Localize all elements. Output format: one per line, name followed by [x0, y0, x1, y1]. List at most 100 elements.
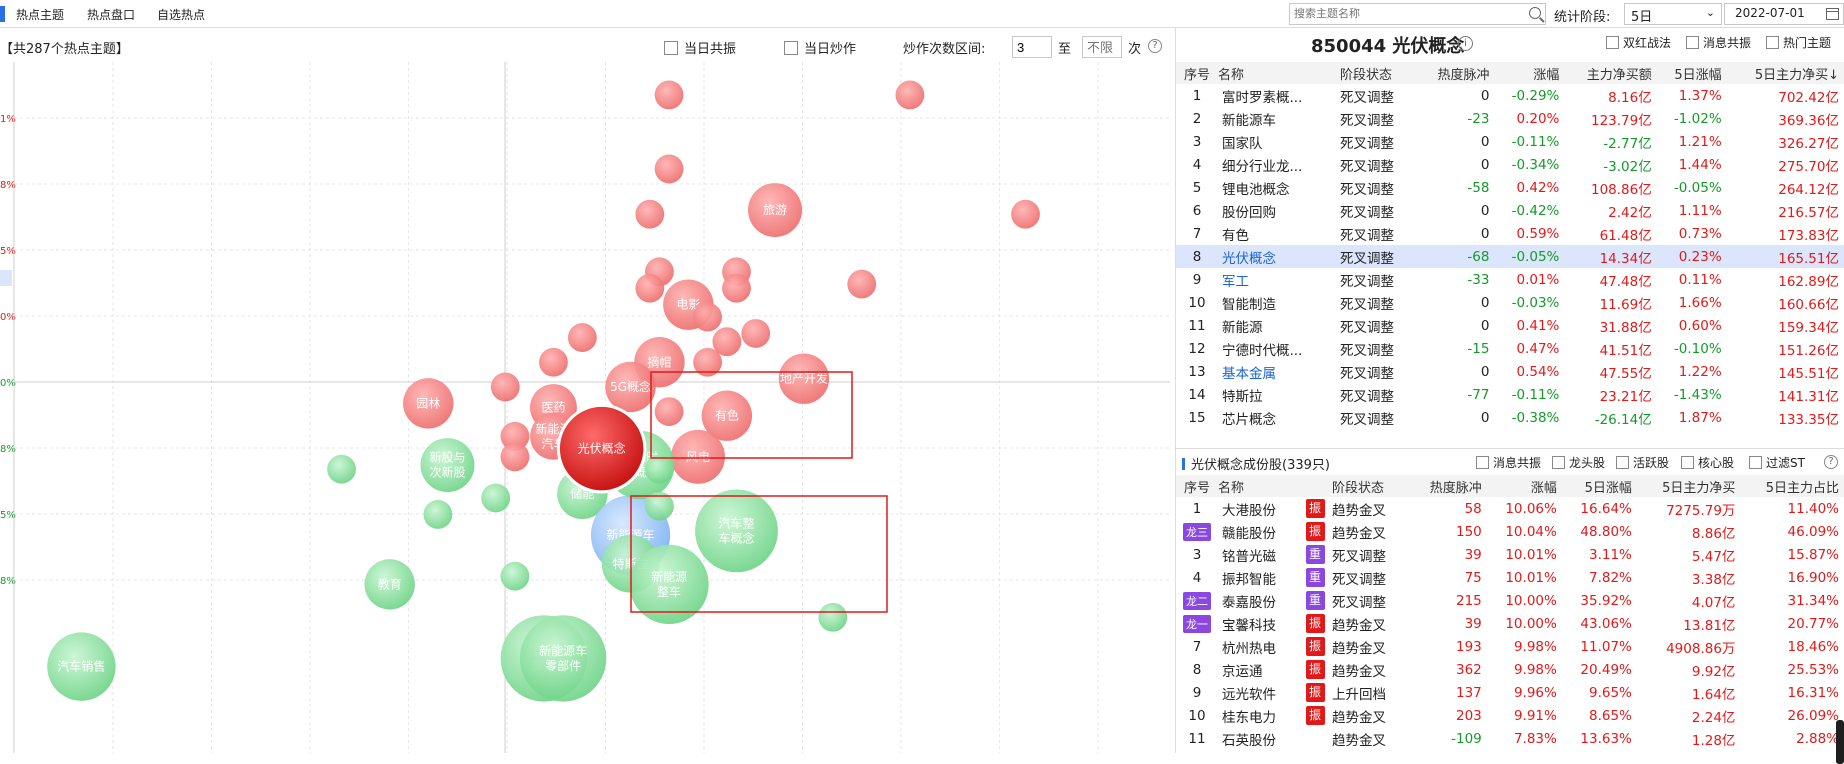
bubble-circle[interactable]: [635, 199, 665, 229]
topic-bubble[interactable]: [500, 442, 530, 472]
period-select[interactable]: 5日 ⌄: [1624, 3, 1722, 25]
column-header[interactable]: 序号: [1176, 62, 1218, 84]
checkbox-box[interactable]: [784, 40, 798, 55]
column-header[interactable]: 名称: [1218, 475, 1332, 497]
table-row[interactable]: 3 国家队 死叉调整 0 -0.11% -2.77亿 1.21% 326.27亿: [1176, 130, 1844, 153]
scrollbar[interactable]: [1836, 720, 1844, 764]
table-row[interactable]: 2 新能源车 死叉调整 -23 0.20% 123.79亿 -1.02% 369.36亿: [1176, 107, 1844, 130]
filter-st-checkbox[interactable]: 过滤ST: [1749, 454, 1805, 471]
info-icon[interactable]: i: [1458, 36, 1473, 51]
column-header[interactable]: 5日主力净买↓: [1727, 62, 1844, 84]
column-header[interactable]: 5日涨幅: [1657, 62, 1728, 84]
active-checkbox[interactable]: 活跃股: [1616, 454, 1669, 471]
table-row[interactable]: 13 基本金属 死叉调整 0 0.54% 47.55亿 1.22% 145.51亿: [1176, 360, 1844, 383]
column-header[interactable]: 涨幅: [1487, 475, 1563, 497]
help-icon[interactable]: ?: [1824, 455, 1838, 469]
topic-bubble[interactable]: [654, 80, 684, 110]
bubble-circle[interactable]: [847, 269, 877, 299]
core-checkbox[interactable]: 核心股: [1681, 454, 1734, 471]
bubble-circle[interactable]: [693, 302, 722, 332]
table-row[interactable]: 11 石英股份 趋势金叉 -109 7.83% 13.63% 1.28亿 2.88%: [1176, 727, 1844, 750]
date-picker[interactable]: 2022-07-01: [1724, 3, 1844, 25]
sub-news-checkbox[interactable]: 消息共振: [1476, 454, 1541, 471]
topic-bubble[interactable]: [567, 323, 597, 352]
column-header[interactable]: 5日主力净买: [1637, 475, 1742, 497]
leader-checkbox[interactable]: 龙头股: [1552, 454, 1605, 471]
search-icon[interactable]: [1529, 7, 1541, 19]
bubble-circle[interactable]: [722, 273, 751, 303]
bubble-circle[interactable]: [654, 80, 684, 110]
table-row[interactable]: 6 股份回购 死叉调整 0 -0.42% 2.42亿 1.11% 216.57亿: [1176, 199, 1844, 222]
checkbox-box[interactable]: [664, 40, 678, 55]
column-header[interactable]: 主力净买额: [1565, 62, 1658, 84]
topic-bubble[interactable]: [847, 269, 877, 299]
range-to-input[interactable]: [1082, 36, 1122, 58]
bubble-circle[interactable]: [818, 602, 848, 632]
topic-bubble[interactable]: [635, 199, 665, 229]
topic-bubble[interactable]: 汽车销售: [47, 632, 116, 701]
topic-bubble[interactable]: 教育: [364, 559, 415, 610]
table-row[interactable]: 15 芯片概念 死叉调整 0 -0.38% -26.14亿 1.87% 133.35亿: [1176, 406, 1844, 429]
bubble-circle[interactable]: [481, 483, 511, 513]
topic-bubble[interactable]: [722, 273, 751, 303]
column-header[interactable]: 阶段状态: [1332, 475, 1412, 497]
bubble-circle[interactable]: [567, 323, 597, 352]
column-header[interactable]: 热度脉冲: [1420, 62, 1496, 84]
checkbox-box[interactable]: [1616, 456, 1629, 469]
same-day-resonance-checkbox[interactable]: 当日共振: [664, 38, 736, 57]
table-row[interactable]: 7 有色 死叉调整 0 0.59% 61.48亿 0.73% 173.83亿: [1176, 222, 1844, 245]
topic-bubble[interactable]: [645, 454, 674, 484]
news-resonance-checkbox[interactable]: 消息共振: [1686, 34, 1751, 51]
bubble-circle[interactable]: [1011, 199, 1040, 229]
bubble-circle[interactable]: [490, 372, 520, 402]
table-row[interactable]: 12 宁德时代概... 死叉调整 -15 0.47% 41.51亿 -0.10% 151.26…: [1176, 337, 1844, 360]
table-row[interactable]: 1 富时罗素概... 死叉调整 0 -0.29% 8.16亿 1.37% 702.42亿: [1176, 84, 1844, 107]
bubble-circle[interactable]: [741, 319, 771, 348]
table-row[interactable]: 8 京运通 振趋势金叉 362 9.98% 20.49% 9.92亿 25.53%: [1176, 658, 1844, 681]
table-row[interactable]: 1 大港股份 振趋势金叉 58 10.06% 16.64% 7275.79万 11.40%: [1176, 497, 1844, 520]
table-row[interactable]: 3 铭普光磁 重死叉调整 39 10.01% 3.11% 5.47亿 15.87%: [1176, 543, 1844, 566]
topic-bubble[interactable]: [500, 561, 530, 591]
bubble-circle[interactable]: [327, 454, 356, 484]
table-row[interactable]: 10 智能制造 死叉调整 0 -0.03% 11.69亿 1.66% 160.66亿: [1176, 291, 1844, 314]
topic-bubble[interactable]: [327, 454, 356, 484]
topic-bubble[interactable]: 汽车整车概念: [695, 489, 778, 573]
topic-bubble[interactable]: [539, 347, 568, 377]
bubble-circle[interactable]: [500, 442, 530, 472]
column-header[interactable]: 名称: [1218, 62, 1340, 84]
table-row[interactable]: 14 特斯拉 死叉调整 -77 -0.11% 23.21亿 -1.43% 141.31亿: [1176, 383, 1844, 406]
tab-hot-board[interactable]: 热点盘口: [87, 6, 135, 23]
bubble-circle[interactable]: [500, 561, 530, 591]
topic-bubble[interactable]: 风电: [670, 429, 725, 484]
tab-hot-topics[interactable]: 热点主题: [16, 6, 64, 23]
search-input-wrap[interactable]: [1289, 3, 1546, 25]
table-row[interactable]: 8 光伏概念 死叉调整 -68 -0.05% 14.34亿 0.23% 165.51亿: [1176, 245, 1844, 268]
bubble-circle[interactable]: [645, 454, 674, 484]
topic-bubble[interactable]: [818, 602, 848, 632]
topic-bubble[interactable]: [1011, 199, 1040, 229]
topic-bubble[interactable]: [481, 483, 511, 513]
topic-bubble[interactable]: 地产开发: [778, 353, 830, 404]
tab-custom-hot[interactable]: 自选热点: [157, 6, 205, 23]
topic-bubble[interactable]: [741, 319, 771, 348]
table-row[interactable]: 9 军工 死叉调整 -33 0.01% 47.48亿 0.11% 162.89亿: [1176, 268, 1844, 291]
topic-bubble[interactable]: [423, 500, 453, 529]
column-header[interactable]: 5日涨幅: [1562, 475, 1638, 497]
checkbox-box[interactable]: [1749, 456, 1762, 469]
same-day-hype-checkbox[interactable]: 当日炒作: [784, 38, 856, 57]
topic-bubble[interactable]: 新股与次新股: [420, 438, 475, 493]
table-row[interactable]: 5 锂电池概念 死叉调整 -58 0.42% 108.86亿 -0.05% 264.12亿: [1176, 176, 1844, 199]
range-from-input[interactable]: [1012, 36, 1052, 58]
table-row[interactable]: 4 细分行业龙... 死叉调整 0 -0.34% -3.02亿 1.44% 275.70亿: [1176, 153, 1844, 176]
checkbox-box[interactable]: [1476, 456, 1489, 469]
table-row[interactable]: 10 桂东电力 振趋势金叉 203 9.91% 8.65% 2.24亿 26.09%: [1176, 704, 1844, 727]
topic-bubble[interactable]: [490, 372, 520, 402]
bubble-circle[interactable]: [654, 154, 684, 184]
column-header[interactable]: 涨幅: [1495, 62, 1566, 84]
topic-bubble[interactable]: [635, 273, 665, 303]
table-row[interactable]: 9 远光软件 振上升回档 137 9.96% 9.65% 1.64亿 16.31%: [1176, 681, 1844, 704]
topic-bubble[interactable]: 园林: [403, 378, 454, 429]
search-input[interactable]: [1294, 7, 1524, 20]
topic-bubble[interactable]: 旅游: [748, 183, 803, 238]
table-row[interactable]: 4 振邦智能 重死叉调整 75 10.01% 7.82% 3.38亿 16.90%: [1176, 566, 1844, 589]
